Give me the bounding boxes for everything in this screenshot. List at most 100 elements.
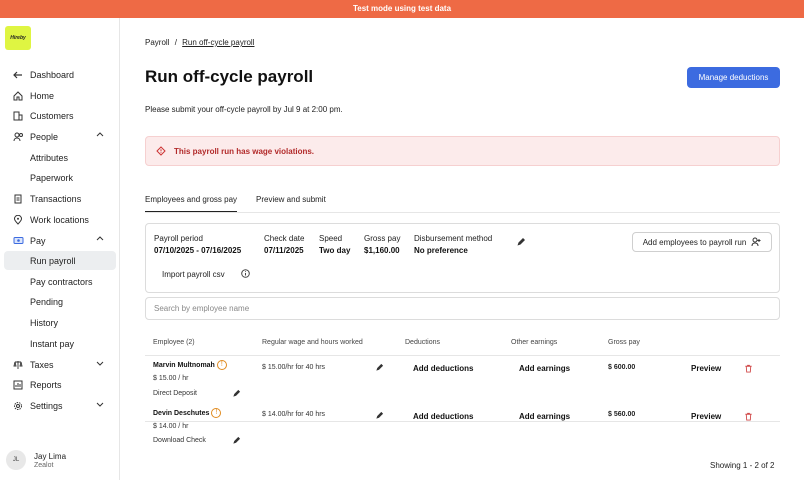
check-date-label: Check date — [264, 234, 305, 243]
check-date-value: 07/11/2025 — [264, 246, 304, 255]
sidebar-item-customers[interactable]: Customers — [4, 106, 116, 125]
add-deductions-button[interactable]: Add deductions — [413, 364, 473, 373]
employee-name[interactable]: Marvin Multnomah — [153, 362, 215, 369]
chevron-down-icon[interactable] — [96, 400, 104, 408]
import-payroll-csv-link[interactable]: Import payroll csv — [162, 270, 225, 279]
employee-rate: $ 14.00 / hr — [153, 423, 189, 430]
employee-search-input[interactable]: Search by employee name — [145, 297, 780, 320]
table-divider — [145, 421, 780, 422]
location-pin-icon — [12, 214, 24, 226]
regular-wage-hours: $ 14.00/hr for 40 hrs — [262, 411, 326, 418]
table-divider — [145, 355, 780, 356]
sidebar-item-home[interactable]: Home — [4, 86, 116, 105]
breadcrumb-current[interactable]: Run off-cycle payroll — [182, 38, 254, 47]
sidebar-item-label: Attributes — [30, 152, 69, 163]
speed-label: Speed — [319, 234, 343, 243]
sidebar-item-paperwork[interactable]: Paperwork — [4, 168, 116, 187]
preview-button[interactable]: Preview — [691, 364, 721, 373]
column-header-other-earnings: Other earnings — [511, 339, 558, 346]
edit-wage-pencil-icon[interactable] — [375, 411, 384, 420]
alert-text: This payroll run has wage violations. — [174, 146, 315, 156]
sidebar-item-run-payroll[interactable]: Run payroll — [4, 251, 116, 270]
row-gross-pay: $ 560.00 — [608, 411, 636, 418]
sidebar-item-people[interactable]: People — [4, 127, 116, 146]
sidebar-item-taxes[interactable]: Taxes — [4, 355, 116, 374]
edit-payment-pencil-icon[interactable] — [232, 436, 241, 445]
regular-wage-hours: $ 15.00/hr for 40 hrs — [262, 364, 326, 371]
sidebar-item-work-locations[interactable]: Work locations — [4, 210, 116, 229]
payroll-period-label: Payroll period — [154, 234, 203, 243]
chevron-down-icon[interactable] — [96, 359, 104, 367]
sidebar-item-history[interactable]: History — [4, 313, 116, 332]
tab-employees-gross-pay[interactable]: Employees and gross pay — [145, 195, 238, 213]
sidebar-item-transactions[interactable]: Transactions — [4, 189, 116, 208]
sidebar-item-label: Pay — [30, 235, 46, 246]
chart-icon — [12, 379, 24, 391]
info-icon[interactable] — [241, 269, 250, 278]
payroll-period-value: 07/10/2025 - 07/16/2025 — [154, 246, 242, 255]
user-profile[interactable]: JL Jay Lima Zealot — [6, 450, 66, 470]
sidebar-item-pay[interactable]: Pay — [4, 231, 116, 250]
submission-deadline: Please submit your off-cycle payroll by … — [145, 105, 343, 114]
breadcrumb-root[interactable]: Payroll — [145, 38, 169, 47]
document-icon — [12, 193, 24, 205]
warning-diamond-icon — [156, 146, 166, 156]
edit-wage-pencil-icon[interactable] — [375, 363, 384, 372]
tab-divider — [145, 212, 780, 213]
sidebar-item-instant-pay[interactable]: Instant pay — [4, 334, 116, 353]
sidebar-item-dashboard[interactable]: Dashboard — [4, 65, 116, 84]
sidebar-item-pending[interactable]: Pending — [4, 292, 116, 311]
scale-icon — [12, 359, 24, 371]
trash-icon[interactable] — [744, 412, 753, 421]
manage-deductions-button[interactable]: Manage deductions — [687, 67, 780, 88]
wage-violation-alert: This payroll run has wage violations. — [145, 136, 780, 166]
breadcrumb-separator: / — [174, 38, 177, 47]
add-earnings-button[interactable]: Add earnings — [519, 364, 570, 373]
payroll-summary-card: Payroll period 07/10/2025 - 07/16/2025 C… — [145, 223, 780, 293]
sidebar-item-settings[interactable]: Settings — [4, 396, 116, 415]
row-gross-pay: $ 600.00 — [608, 364, 636, 371]
table-row: Marvin Multnomah! — [153, 359, 227, 370]
column-header-gross-pay: Gross pay — [608, 339, 640, 346]
sidebar-item-label: Home — [30, 90, 55, 101]
sidebar: Hireby Dashboard Home Customers People A… — [0, 18, 120, 480]
column-header-regular-wage: Regular wage and hours worked — [262, 339, 363, 346]
home-icon — [12, 90, 24, 102]
sidebar-item-label: Instant pay — [30, 338, 75, 349]
speed-value: Two day — [319, 246, 351, 255]
tab-preview-submit[interactable]: Preview and submit — [256, 195, 326, 213]
add-employees-button[interactable]: Add employees to payroll run — [632, 232, 772, 252]
column-header-deductions: Deductions — [405, 339, 441, 346]
sidebar-item-attributes[interactable]: Attributes — [4, 148, 116, 167]
gross-pay-label: Gross pay — [364, 234, 401, 243]
table-row: Devin Deschutes! — [153, 407, 222, 418]
edit-disbursement-pencil-icon[interactable] — [516, 237, 526, 247]
preview-button[interactable]: Preview — [691, 412, 721, 421]
warning-icon[interactable]: ! — [211, 407, 222, 418]
employee-name[interactable]: Devin Deschutes — [153, 410, 209, 417]
breadcrumb: Payroll / Run off-cycle payroll — [145, 38, 254, 47]
sidebar-item-label: Run payroll — [30, 255, 76, 266]
add-deductions-button[interactable]: Add deductions — [413, 412, 473, 421]
payment-method: Download Check — [153, 437, 206, 444]
sidebar-item-label: Pay contractors — [30, 276, 93, 287]
sidebar-item-label: Reports — [30, 379, 62, 390]
sidebar-item-pay-contractors[interactable]: Pay contractors — [4, 272, 116, 291]
sidebar-item-label: Transactions — [30, 193, 82, 204]
edit-payment-pencil-icon[interactable] — [232, 389, 241, 398]
chevron-up-icon[interactable] — [96, 235, 104, 243]
add-employees-label: Add employees to payroll run — [642, 237, 747, 247]
sidebar-item-reports[interactable]: Reports — [4, 375, 116, 394]
column-header-employee: Employee (2) — [153, 339, 195, 346]
user-name: Jay Lima — [34, 451, 67, 461]
add-user-icon — [751, 237, 761, 247]
sidebar-item-label: Paperwork — [30, 172, 74, 183]
arrow-left-icon — [12, 69, 24, 81]
chevron-up-icon[interactable] — [96, 131, 104, 139]
logo: Hireby — [5, 26, 31, 50]
trash-icon[interactable] — [744, 364, 753, 373]
sidebar-item-label: Settings — [30, 400, 63, 411]
warning-icon[interactable]: ! — [216, 359, 227, 370]
add-earnings-button[interactable]: Add earnings — [519, 412, 570, 421]
payment-method: Direct Deposit — [153, 390, 197, 397]
